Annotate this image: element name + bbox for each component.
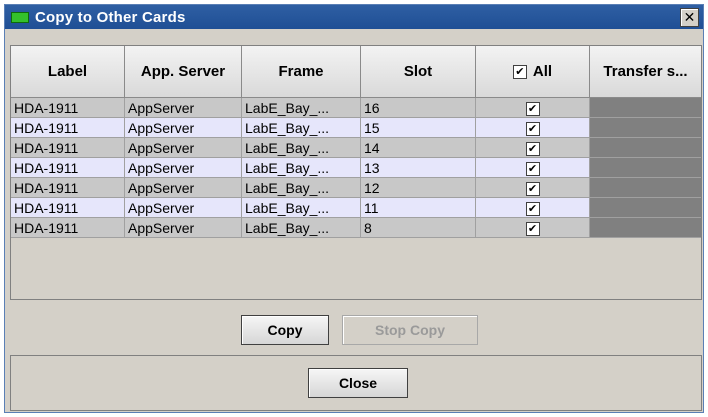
cell-slot: 8 bbox=[361, 218, 476, 238]
row-checkbox[interactable]: ✔ bbox=[525, 202, 540, 217]
cell-label: HDA-1911 bbox=[11, 158, 125, 178]
row-checkbox-cell[interactable]: ✔ bbox=[476, 198, 590, 218]
cell-label: HDA-1911 bbox=[11, 138, 125, 158]
select-all-checkbox[interactable]: ✔ bbox=[512, 64, 527, 79]
cell-server: AppServer bbox=[125, 98, 242, 118]
cards-table: Label App. Server Frame Slot ✔ All Trans… bbox=[10, 45, 702, 300]
table-row[interactable]: HDA-1911 AppServer LabE_Bay_... 12 ✔ bbox=[11, 178, 701, 198]
table-row[interactable]: HDA-1911 AppServer LabE_Bay_... 15 ✔ bbox=[11, 118, 701, 138]
cell-slot: 15 bbox=[361, 118, 476, 138]
cell-slot: 14 bbox=[361, 138, 476, 158]
row-checkbox[interactable]: ✔ bbox=[525, 102, 540, 117]
window-title: Copy to Other Cards bbox=[35, 8, 186, 26]
row-checkbox-cell[interactable]: ✔ bbox=[476, 158, 590, 178]
row-checkbox[interactable]: ✔ bbox=[525, 142, 540, 157]
cell-frame: LabE_Bay_... bbox=[242, 138, 361, 158]
transfer-status-cell bbox=[590, 118, 701, 138]
stop-copy-button[interactable]: Stop Copy bbox=[342, 315, 478, 345]
table-row[interactable]: HDA-1911 AppServer LabE_Bay_... 16 ✔ bbox=[11, 98, 701, 118]
cell-frame: LabE_Bay_... bbox=[242, 198, 361, 218]
row-checkbox-cell[interactable]: ✔ bbox=[476, 98, 590, 118]
cell-frame: LabE_Bay_... bbox=[242, 158, 361, 178]
header-slot[interactable]: Slot bbox=[361, 46, 476, 98]
cell-frame: LabE_Bay_... bbox=[242, 178, 361, 198]
cell-slot: 12 bbox=[361, 178, 476, 198]
transfer-status-cell bbox=[590, 98, 701, 118]
copy-button[interactable]: Copy bbox=[241, 315, 329, 345]
header-frame[interactable]: Frame bbox=[242, 46, 361, 98]
cell-server: AppServer bbox=[125, 178, 242, 198]
copy-dialog: Copy to Other Cards ✕ Label App. Server … bbox=[4, 4, 704, 413]
card-icon bbox=[11, 11, 29, 23]
transfer-status-cell bbox=[590, 218, 701, 238]
header-app-server[interactable]: App. Server bbox=[125, 46, 242, 98]
cell-slot: 13 bbox=[361, 158, 476, 178]
close-button[interactable]: Close bbox=[308, 368, 408, 398]
close-icon[interactable]: ✕ bbox=[680, 8, 699, 27]
header-transfer-status[interactable]: Transfer s... bbox=[590, 46, 701, 98]
cell-label: HDA-1911 bbox=[11, 98, 125, 118]
cell-slot: 11 bbox=[361, 198, 476, 218]
transfer-status-cell bbox=[590, 178, 701, 198]
cell-label: HDA-1911 bbox=[11, 118, 125, 138]
title-bar[interactable]: Copy to Other Cards ✕ bbox=[5, 5, 703, 29]
header-all[interactable]: ✔ All bbox=[476, 46, 590, 98]
row-checkbox-cell[interactable]: ✔ bbox=[476, 218, 590, 238]
row-checkbox-cell[interactable]: ✔ bbox=[476, 178, 590, 198]
cell-server: AppServer bbox=[125, 118, 242, 138]
row-checkbox-cell[interactable]: ✔ bbox=[476, 118, 590, 138]
cell-server: AppServer bbox=[125, 158, 242, 178]
transfer-status-cell bbox=[590, 138, 701, 158]
cell-frame: LabE_Bay_... bbox=[242, 218, 361, 238]
transfer-status-cell bbox=[590, 198, 701, 218]
cell-label: HDA-1911 bbox=[11, 198, 125, 218]
row-checkbox[interactable]: ✔ bbox=[525, 122, 540, 137]
table-row[interactable]: HDA-1911 AppServer LabE_Bay_... 8 ✔ bbox=[11, 218, 701, 238]
cell-server: AppServer bbox=[125, 198, 242, 218]
cell-frame: LabE_Bay_... bbox=[242, 98, 361, 118]
cell-slot: 16 bbox=[361, 98, 476, 118]
cell-label: HDA-1911 bbox=[11, 178, 125, 198]
transfer-status-cell bbox=[590, 158, 701, 178]
cell-server: AppServer bbox=[125, 218, 242, 238]
row-checkbox-cell[interactable]: ✔ bbox=[476, 138, 590, 158]
table-row[interactable]: HDA-1911 AppServer LabE_Bay_... 13 ✔ bbox=[11, 158, 701, 178]
table-row[interactable]: HDA-1911 AppServer LabE_Bay_... 11 ✔ bbox=[11, 198, 701, 218]
table-row[interactable]: HDA-1911 AppServer LabE_Bay_... 14 ✔ bbox=[11, 138, 701, 158]
cell-label: HDA-1911 bbox=[11, 218, 125, 238]
cell-server: AppServer bbox=[125, 138, 242, 158]
header-label[interactable]: Label bbox=[11, 46, 125, 98]
row-checkbox[interactable]: ✔ bbox=[525, 222, 540, 237]
row-checkbox[interactable]: ✔ bbox=[525, 162, 540, 177]
cell-frame: LabE_Bay_... bbox=[242, 118, 361, 138]
row-checkbox[interactable]: ✔ bbox=[525, 182, 540, 197]
